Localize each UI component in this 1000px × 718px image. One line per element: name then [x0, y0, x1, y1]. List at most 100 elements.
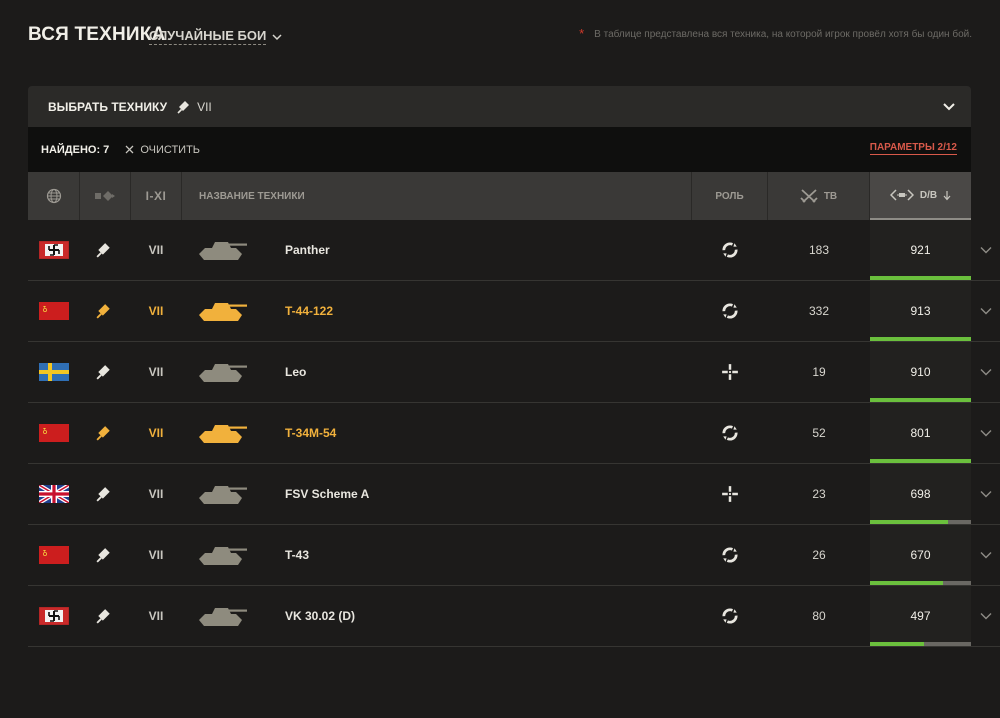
tank-silhouette-icon: [199, 364, 247, 382]
damage-icon: [889, 189, 914, 201]
vehicle-name: T-44-122: [285, 304, 334, 318]
support-role-icon: [722, 486, 738, 502]
crossed-swords-icon: [800, 189, 818, 203]
table-row[interactable]: VII T-34M-54 52 801: [28, 403, 1000, 464]
medium-tank-class-icon: [96, 609, 110, 624]
expand-row-button[interactable]: [971, 220, 1000, 280]
chevron-down-icon: [980, 552, 991, 559]
vehicle-role: [692, 586, 768, 646]
filter-chip-tier: VII: [177, 100, 212, 114]
battles-count: 80: [812, 609, 826, 623]
expand-row-button[interactable]: [971, 281, 1000, 341]
table-row[interactable]: VII T-43 26 670: [28, 525, 1000, 586]
tank-silhouette-icon: [199, 303, 247, 321]
parameters-link[interactable]: ПАРАМЕТРЫ 2/12: [869, 142, 957, 155]
name-header-label: НАЗВАНИЕ ТЕХНИКИ: [199, 190, 305, 202]
vehicle-role: [692, 525, 768, 585]
nation-flag-sweden: [39, 363, 69, 381]
avg-damage: 670: [870, 525, 971, 585]
tank-silhouette-icon: [199, 425, 247, 443]
expand-row-button[interactable]: [971, 586, 1000, 646]
globe-icon: [46, 188, 61, 204]
nation-flag-uk: [39, 485, 69, 503]
damage-bar-fill: [870, 581, 943, 585]
damage-bar: [870, 642, 971, 646]
vehicle-name: Panther: [285, 243, 330, 257]
column-role[interactable]: РОЛЬ: [692, 172, 768, 220]
page-header: ВСЯ ТЕХНИКА СЛУЧАЙНЫЕ БОИ * В таблице пр…: [28, 22, 972, 52]
vehicle-tier: VII: [148, 548, 164, 562]
vehicle-class: [92, 403, 116, 463]
table-row[interactable]: VII T-44-122 332 913: [28, 281, 1000, 342]
vehicle-role: [692, 464, 768, 524]
vehicle-class: [92, 342, 116, 402]
damage-header-label: D/B: [919, 189, 938, 201]
nation-flag-ussr: [39, 302, 69, 320]
filter-title: ВЫБРАТЬ ТЕХНИКУ: [48, 99, 168, 114]
column-battles[interactable]: ТВ: [768, 172, 870, 220]
expand-row-button[interactable]: [971, 464, 1000, 524]
assault-role-icon: [722, 608, 738, 624]
damage-bar: [870, 398, 971, 402]
tank-silhouette-icon: [199, 486, 247, 504]
vehicle-role: [692, 220, 768, 280]
chevron-down-icon: [943, 103, 955, 111]
nation-flag-ussr: [39, 424, 69, 442]
battles-count: 52: [812, 426, 826, 440]
column-class[interactable]: [80, 172, 131, 220]
column-nation[interactable]: [28, 172, 80, 220]
expand-row-button[interactable]: [971, 525, 1000, 585]
vehicle-class: [92, 525, 116, 585]
note-asterisk: *: [579, 26, 585, 41]
filter-chip-label: VII: [197, 99, 212, 114]
vehicle-role: [692, 403, 768, 463]
medium-tank-class-icon: [177, 100, 190, 114]
vehicle-tier: VII: [148, 426, 164, 440]
table-row[interactable]: VII VK 30.02 (D) 80 497: [28, 586, 1000, 647]
medium-tank-class-icon: [96, 487, 110, 502]
avg-damage: 921: [870, 220, 971, 280]
battles-header-label: ТВ: [823, 190, 838, 202]
assault-role-icon: [722, 547, 738, 563]
chevron-down-icon: [980, 430, 991, 437]
role-header-label: РОЛЬ: [715, 190, 744, 202]
column-tier[interactable]: I-XI: [131, 172, 182, 220]
vehicle-tier: VII: [148, 304, 164, 318]
vehicle-tier: VII: [148, 487, 164, 501]
table-row[interactable]: VII FSV Scheme A 23 698: [28, 464, 1000, 525]
expand-row-button[interactable]: [971, 342, 1000, 402]
table-header: I-XI НАЗВАНИЕ ТЕХНИКИ РОЛЬ ТВ D/B: [28, 172, 971, 220]
chevron-down-icon: [980, 369, 991, 376]
avg-damage: 910: [870, 342, 971, 402]
chevron-down-icon: [980, 491, 991, 498]
damage-bar-fill: [870, 642, 924, 646]
table-row[interactable]: VII Panther 183 921: [28, 220, 1000, 281]
nation-flag-germany: [39, 241, 69, 259]
sort-arrow-down-icon: [943, 190, 951, 200]
medium-tank-class-icon: [96, 426, 110, 441]
battles-count: 332: [808, 304, 830, 318]
vehicle-name: T-34M-54: [285, 426, 337, 440]
clear-label: ОЧИСТИТЬ: [140, 143, 201, 156]
battle-mode-dropdown[interactable]: СЛУЧАЙНЫЕ БОИ: [149, 28, 282, 45]
found-count: НАЙДЕНО: 7: [41, 143, 110, 156]
damage-bar-fill: [870, 337, 971, 341]
damage-bar-fill: [870, 276, 971, 280]
tank-silhouette-icon: [199, 242, 247, 260]
vehicle-name: VK 30.02 (D): [285, 609, 356, 623]
page-title: ВСЯ ТЕХНИКА: [28, 24, 166, 45]
vehicle-filter-toggle[interactable]: ВЫБРАТЬ ТЕХНИКУ VII: [28, 86, 971, 127]
damage-bar: [870, 337, 971, 341]
vehicle-name: FSV Scheme A: [285, 487, 370, 501]
clear-filters-button[interactable]: ОЧИСТИТЬ: [125, 144, 200, 156]
table-row[interactable]: VII Leo 19 910: [28, 342, 1000, 403]
damage-bar-fill: [870, 520, 948, 524]
tank-silhouette-icon: [199, 547, 247, 565]
column-name[interactable]: НАЗВАНИЕ ТЕХНИКИ: [182, 172, 692, 220]
expand-row-button[interactable]: [971, 403, 1000, 463]
vehicle-role: [692, 342, 768, 402]
chevron-down-icon: [272, 33, 282, 40]
vehicle-class: [92, 586, 116, 646]
damage-bar: [870, 459, 971, 463]
column-damage[interactable]: D/B: [870, 172, 971, 220]
